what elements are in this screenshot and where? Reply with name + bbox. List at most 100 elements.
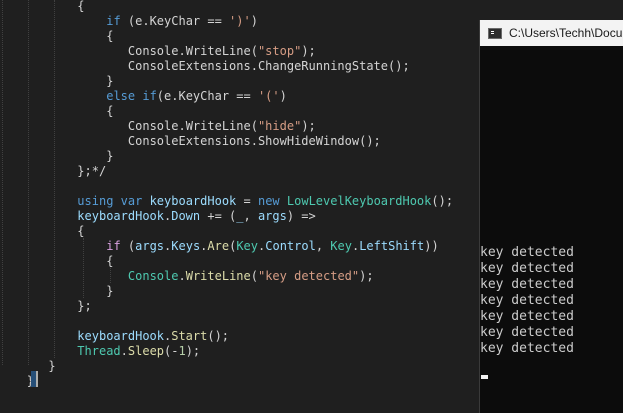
code-token: LeftShift (359, 239, 425, 253)
code-token: ) => (286, 209, 316, 223)
console-titlebar[interactable]: C:\Users\Techh\Documents (480, 20, 623, 46)
code-token: , (315, 239, 331, 253)
code-token: Are (207, 239, 230, 253)
code-token: ')' (229, 14, 251, 28)
code-token: ) (279, 89, 287, 103)
code-line: } (48, 359, 55, 374)
console-output-line: key detected (480, 245, 574, 260)
code-token: else if (106, 89, 157, 103)
code-line: { (77, 224, 84, 239)
code-token: WriteLine (185, 269, 251, 283)
code-line: using var keyboardHook = new LowLevelKey… (77, 194, 453, 209)
code-token: 1 (178, 344, 186, 358)
code-token: "stop" (257, 44, 302, 58)
code-token: } (106, 74, 114, 88)
code-token: (); (207, 329, 230, 343)
code-line: Thread.Sleep(-1); (77, 344, 200, 359)
indent-guide (54, 0, 55, 358)
code-token: ); (301, 119, 316, 133)
code-line: keyboardHook.Start(); (77, 329, 229, 344)
code-token: += ( (200, 209, 237, 223)
code-token: ConsoleExtensions.ChangeRunningState(); (127, 59, 410, 73)
code-line: if (e.KeyChar == ')') (106, 14, 258, 29)
code-token: '(' (257, 89, 280, 103)
code-line: { (106, 29, 113, 44)
terminal-icon (488, 27, 502, 39)
code-line: { (77, 0, 84, 14)
code-token: ); (185, 344, 201, 358)
code-line: }; (77, 299, 91, 314)
text-caret (36, 371, 38, 387)
code-line: } (106, 74, 113, 89)
console-output-line: key detected (480, 261, 574, 276)
code-line: { (106, 104, 113, 119)
code-token: (e.KeyChar == (120, 14, 230, 28)
code-token: args (257, 209, 287, 223)
code-line: ConsoleExtensions.ShowHideWindow(); (128, 134, 381, 149)
code-token: Keys (171, 239, 201, 253)
code-token: };*/ (77, 164, 107, 178)
code-token: { (106, 29, 114, 43)
code-token: keyboardHook (149, 194, 237, 208)
code-token: new (257, 194, 280, 208)
code-line: keyboardHook.Down += (_, args) => (77, 209, 315, 224)
code-token: . (120, 344, 128, 358)
code-token: = (236, 194, 258, 208)
indent-guide (2, 0, 3, 365)
code-line: ConsoleExtensions.ChangeRunningState(); (128, 59, 410, 74)
code-token: ( (120, 239, 136, 253)
code-token: Console (127, 269, 179, 283)
indent-guide (83, 238, 84, 298)
code-token: Console.WriteLine( (127, 44, 258, 58)
code-token: ); (301, 44, 316, 58)
code-token: Start (171, 329, 208, 343)
code-token: , (243, 209, 258, 223)
code-token: ( (250, 269, 258, 283)
code-line: { (106, 254, 113, 269)
code-token: (e.KeyChar == (156, 89, 258, 103)
code-token: }; (77, 299, 92, 313)
code-token: (); (431, 194, 454, 208)
code-token: Thread (77, 344, 121, 358)
code-token: Sleep (127, 344, 165, 358)
console-output-line: key detected (480, 325, 574, 340)
code-token: Down (171, 209, 201, 223)
console-output-line: key detected (480, 277, 574, 292)
code-token: using (77, 194, 114, 208)
code-token: ) (250, 14, 258, 28)
code-token: _ (236, 209, 244, 223)
code-line: };*/ (77, 164, 106, 179)
indent-guide (28, 0, 29, 365)
code-token: Key (236, 239, 259, 253)
console-cursor (481, 375, 488, 379)
console-title: C:\Users\Techh\Documents (509, 26, 623, 40)
code-token: "key detected" (257, 269, 360, 283)
code-line: if (args.Keys.Are(Key.Control, Key.LeftS… (106, 239, 438, 254)
code-token: if (106, 14, 121, 28)
code-line: else if(e.KeyChar == '(') (106, 89, 287, 104)
console-output-line: key detected (480, 309, 574, 324)
console-window[interactable]: C:\Users\Techh\Documents key detectedkey… (479, 20, 623, 413)
code-token: { (106, 254, 114, 268)
code-token: ); (359, 269, 374, 283)
code-token: } (48, 359, 56, 373)
code-token: "hide" (257, 119, 302, 133)
code-token: { (77, 0, 85, 13)
code-token: { (77, 224, 85, 238)
code-token: Control (265, 239, 316, 253)
code-token: . (178, 269, 186, 283)
code-line: } (106, 149, 113, 164)
code-token: Console.WriteLine( (127, 119, 258, 133)
code-token: (- (164, 344, 179, 358)
code-token: args (135, 239, 165, 253)
code-line: Console.WriteLine("stop"); (128, 44, 316, 59)
code-token: keyboardHook (77, 209, 164, 223)
code-token: keyboardHook (77, 329, 164, 343)
code-token: } (106, 284, 114, 298)
console-output-line: key detected (480, 293, 574, 308)
code-token: { (106, 104, 114, 118)
code-token: var (120, 194, 143, 208)
